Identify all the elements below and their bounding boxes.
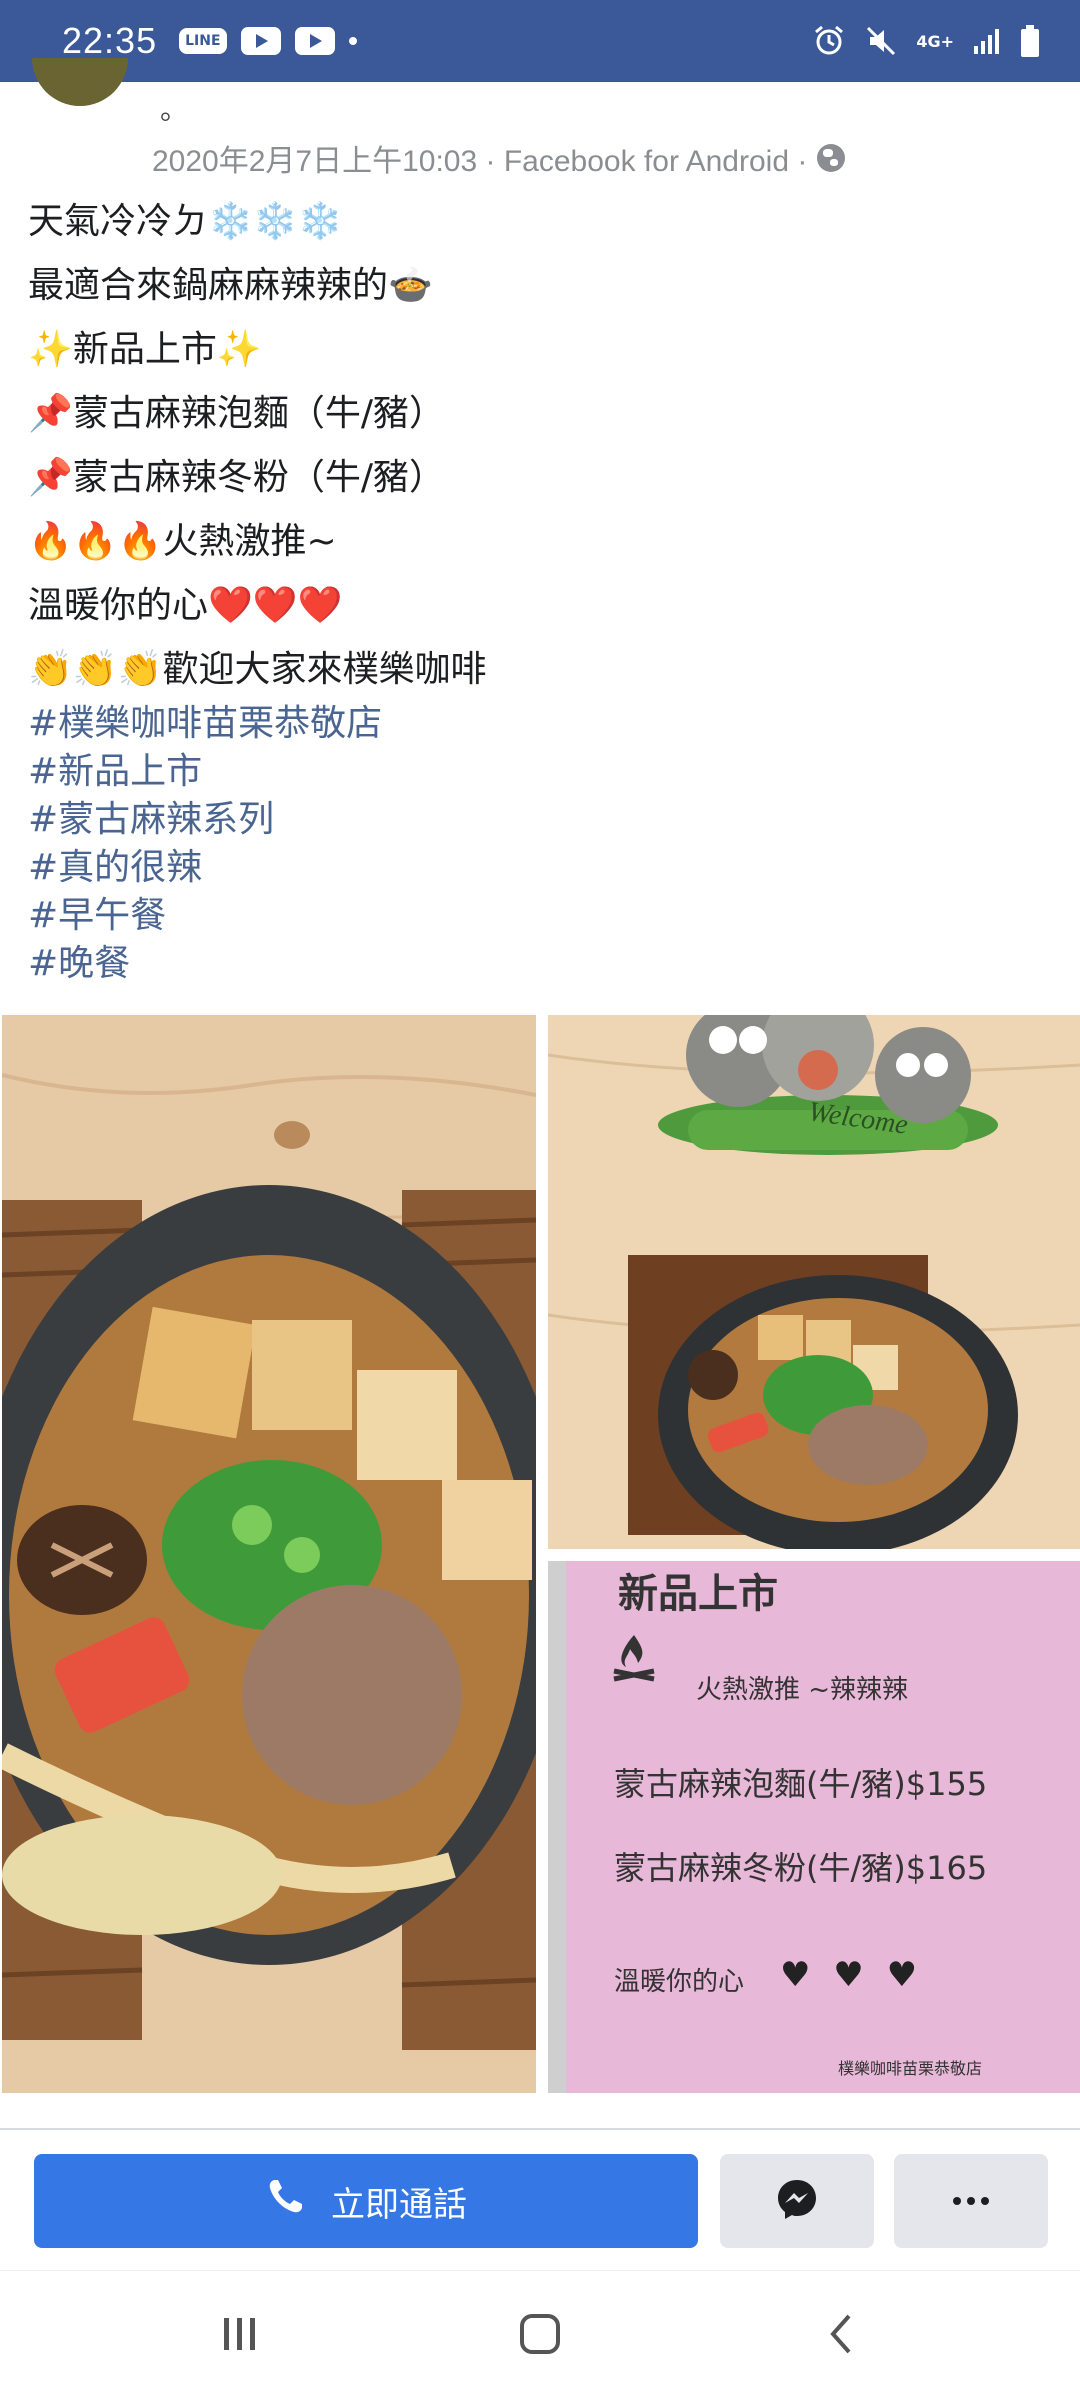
more-icon (951, 2192, 991, 2211)
4g-icon: 4G+ (916, 31, 954, 51)
post-line: 最適合來鍋麻麻辣辣的🍲 (28, 265, 433, 306)
phone-icon (265, 2177, 305, 2226)
messenger-icon (775, 2177, 819, 2225)
hashtag-list: #樸樂咖啡苗栗恭敬店 #新品上市 #蒙古麻辣系列 #真的很辣 #早午餐 #晚餐 (28, 700, 382, 988)
page-avatar[interactable] (32, 58, 128, 106)
post-line: 👏👏👏歡迎大家來樸樂咖啡 (28, 649, 487, 690)
notification-dot-icon (348, 37, 357, 45)
menu-item-noodle: 蒙古麻辣泡麵(牛/豬)$155 (614, 1765, 988, 1803)
menu-store-name: 樸樂咖啡苗栗恭敬店 (838, 2059, 983, 2078)
hashtag-link[interactable]: #晚餐 (28, 940, 382, 988)
menu-hearts: ♥ ♥ ♥ (780, 1955, 924, 1995)
post-line: 📌蒙古麻辣冬粉（牛/豬） (28, 457, 445, 498)
post-line: 天氣冷冷ㄉ❄️❄️❄️ (28, 201, 343, 242)
messenger-button[interactable] (720, 2154, 874, 2248)
call-now-label: 立即通話 (331, 2184, 467, 2225)
action-bar-divider (0, 2128, 1080, 2130)
campfire-icon (608, 1631, 660, 1693)
post-line: 溫暖你的心❤️❤️❤️ (28, 585, 343, 626)
hashtag-link[interactable]: #真的很辣 (28, 844, 382, 892)
photo-menu-sign[interactable]: 新品上市 火熱激推 ~辣辣辣 蒙古麻辣泡麵(牛/豬)$155 蒙古麻辣冬粉(牛/… (548, 1561, 1080, 2093)
status-time: 22:35 (62, 20, 158, 61)
more-options-button[interactable] (894, 2154, 1048, 2248)
post-line: 🔥🔥🔥火熱激推~ (28, 521, 337, 562)
photo-hotpot-welcome[interactable]: Welcome (548, 1015, 1080, 1549)
status-right-icons: 4G+ (812, 24, 1040, 58)
post-text: 天氣冷冷ㄉ❄️❄️❄️ 最適合來鍋麻麻辣辣的🍲 ✨新品上市✨ 📌蒙古麻辣泡麵（牛… (28, 190, 1058, 702)
back-icon (825, 2312, 855, 2360)
alarm-icon (812, 24, 846, 58)
status-bar: 22:35 LINE 4G+ (0, 0, 1080, 82)
system-nav-bar (0, 2270, 1080, 2400)
photo-hotpot-closeup[interactable] (2, 1015, 536, 2093)
menu-item-glass-noodle: 蒙古麻辣冬粉(牛/豬)$165 (614, 1849, 988, 1887)
post-line: 📌蒙古麻辣泡麵（牛/豬） (28, 393, 445, 434)
post-line: ✨新品上市✨ (28, 329, 262, 370)
youtube-icon (294, 27, 335, 55)
hashtag-link[interactable]: #新品上市 (28, 748, 382, 796)
post-timestamp[interactable]: 2020年2月7日上午10:03 · Facebook for Android … (152, 136, 807, 180)
post-meta: 2020年2月7日上午10:03 · Facebook for Android … (152, 136, 846, 180)
menu-subtitle: 火熱激推 ~辣辣辣 (696, 1675, 909, 1705)
line-icon: LINE (179, 28, 227, 54)
hashtag-link[interactable]: #樸樂咖啡苗栗恭敬店 (28, 700, 382, 748)
globe-icon (817, 144, 846, 172)
recents-button[interactable] (190, 2301, 290, 2371)
signal-icon (972, 26, 1002, 56)
menu-title: 新品上市 (618, 1571, 778, 1617)
youtube-icon (240, 27, 281, 55)
menu-footer: 溫暖你的心 (614, 1967, 745, 1997)
status-left-icons: LINE (179, 27, 357, 55)
photo-grid: Welcome 新品上市 火熱激推 ~辣辣辣 蒙古麻辣泡麵(牛/豬)$155 蒙… (0, 1015, 1080, 2095)
home-button[interactable] (490, 2301, 590, 2371)
page-name-tail: 。 (160, 93, 189, 126)
back-button[interactable] (790, 2301, 890, 2371)
home-icon (518, 2312, 562, 2360)
mute-icon (864, 24, 898, 58)
hashtag-link[interactable]: #早午餐 (28, 892, 382, 940)
sign-frame-edge (548, 1561, 566, 2093)
call-now-button[interactable]: 立即通話 (34, 2154, 698, 2248)
battery-icon (1020, 24, 1040, 58)
recents-icon (220, 2314, 260, 2358)
hashtag-link[interactable]: #蒙古麻辣系列 (28, 796, 382, 844)
